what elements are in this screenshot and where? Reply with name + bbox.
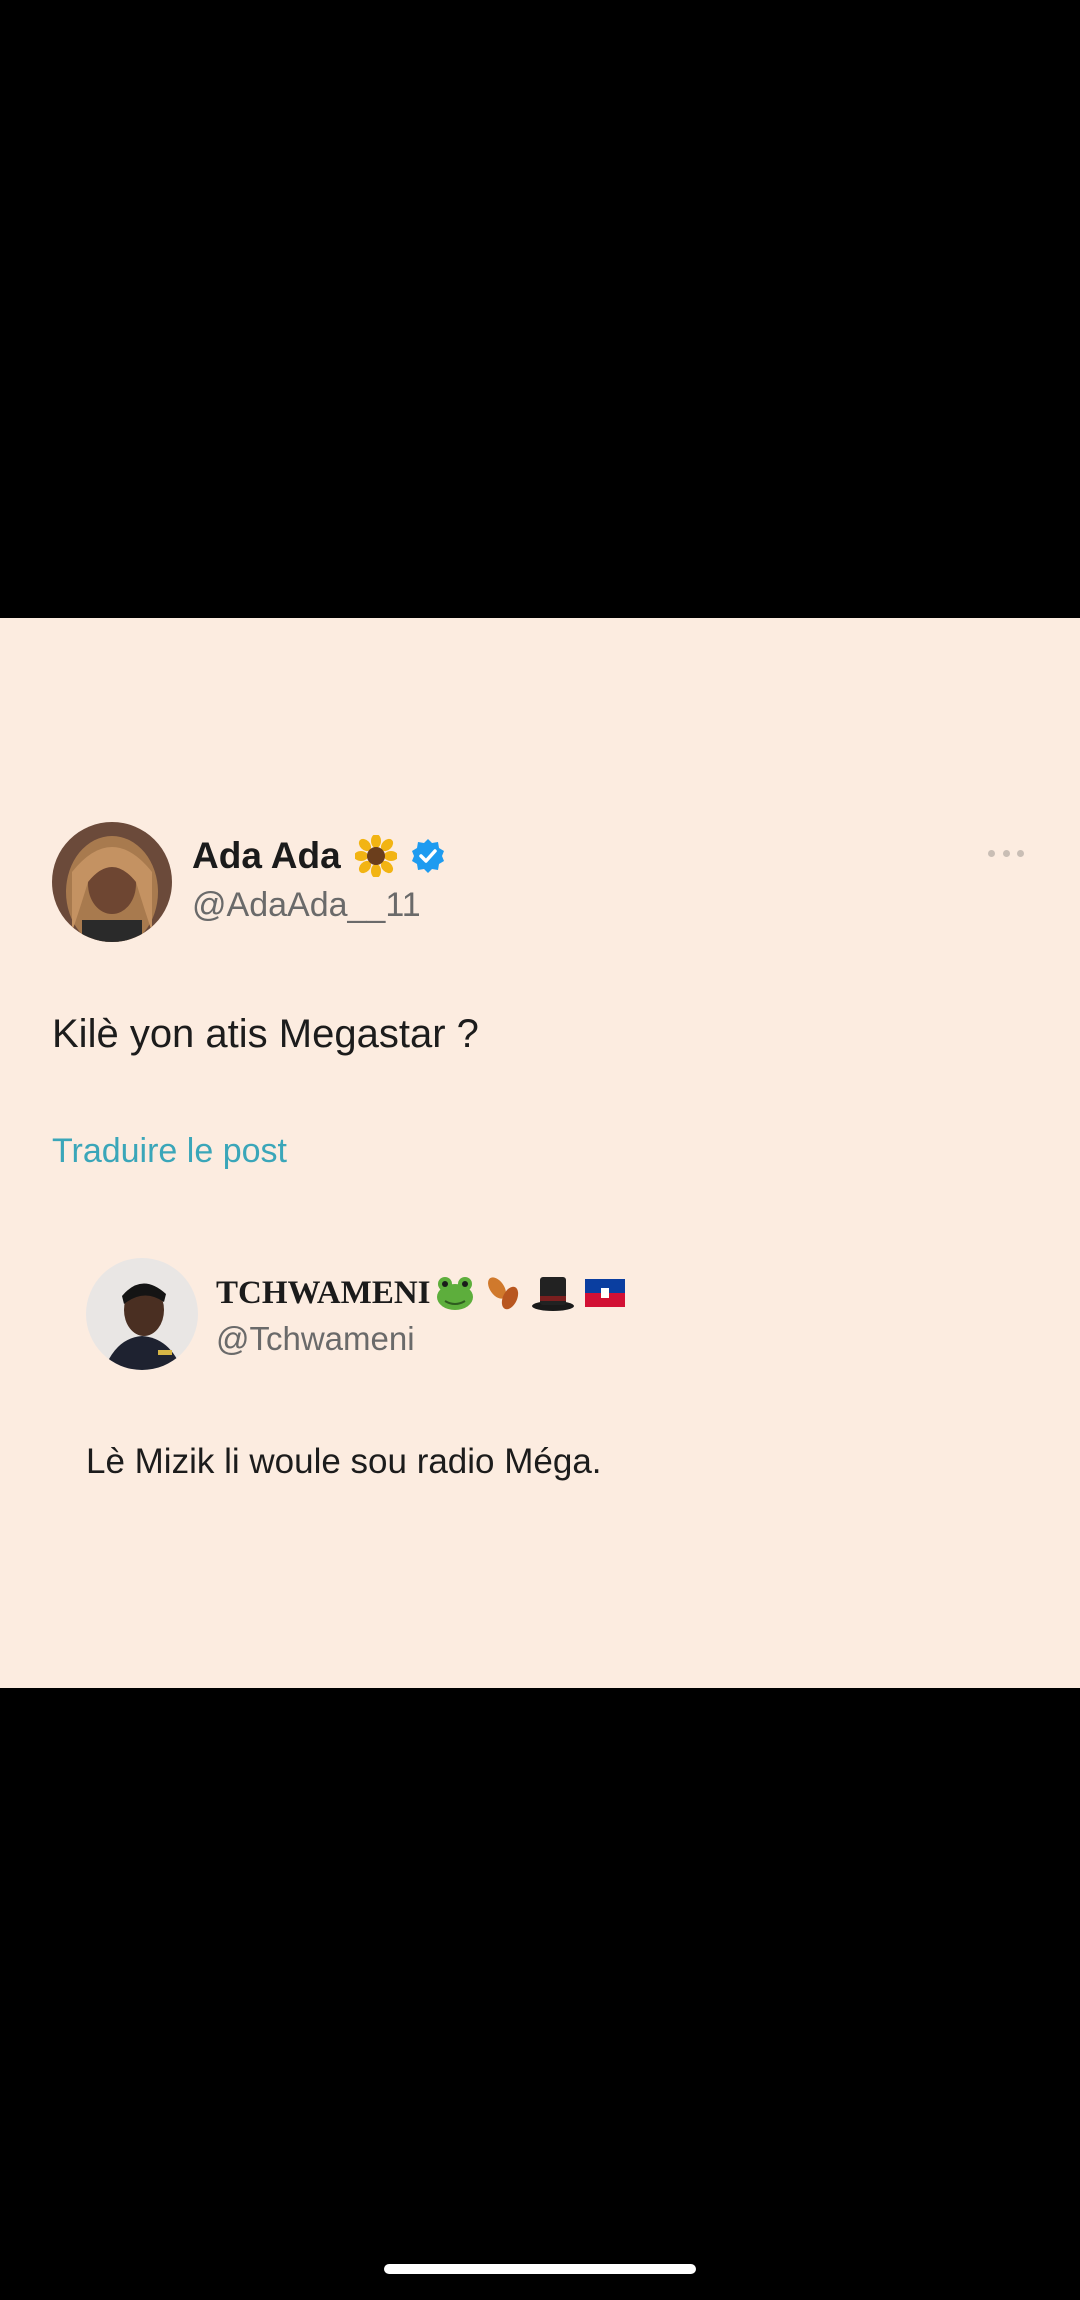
more-options-icon[interactable] — [988, 846, 1024, 860]
post-text: Kilè yon atis Megastar ? — [52, 1012, 479, 1056]
author-avatar[interactable] — [52, 822, 172, 942]
top-hat-icon — [531, 1274, 575, 1312]
author-handle[interactable]: @AdaAda__11 — [192, 886, 421, 925]
author-name[interactable]: Ada Ada — [192, 835, 341, 877]
reply-author-name-row: TCHWAMENI — [216, 1272, 625, 1314]
reply-text: Lè Mizik li woule sou radio Méga. — [86, 1442, 602, 1481]
reply-author-handle[interactable]: @Tchwameni — [216, 1320, 415, 1358]
sunflower-icon — [354, 835, 397, 877]
author-name-row: Ada Ada — [192, 832, 447, 880]
reply-author-name[interactable]: TCHWAMENI — [216, 1275, 431, 1312]
reply-author-avatar[interactable] — [86, 1258, 198, 1370]
haiti-flag-icon — [584, 1279, 625, 1307]
home-indicator[interactable] — [384, 2264, 696, 2274]
translate-post-link[interactable]: Traduire le post — [52, 1132, 287, 1171]
leaves-icon — [483, 1274, 523, 1312]
frog-icon — [435, 1275, 475, 1311]
verified-badge-icon — [409, 837, 447, 875]
